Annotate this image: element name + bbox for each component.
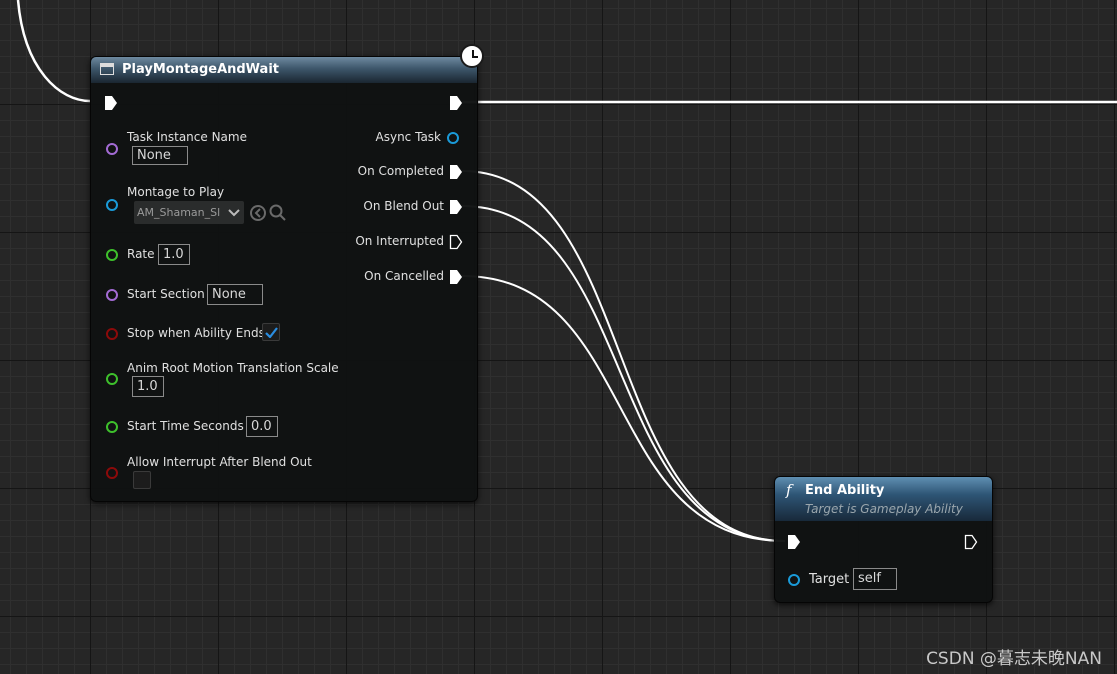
anim-root-motion-scale-field[interactable]: 1.0 — [132, 376, 164, 397]
start-time-seconds-label: Start Time Seconds — [127, 419, 244, 433]
on-cancelled-pin[interactable] — [449, 269, 463, 285]
task-instance-name-label: Task Instance Name — [127, 130, 247, 144]
exec-in-pin[interactable] — [104, 95, 118, 111]
start-time-seconds-pin[interactable] — [106, 421, 118, 433]
async-task-label: Async Task — [375, 130, 441, 144]
latent-clock-icon — [460, 44, 484, 68]
on-blend-out-label: On Blend Out — [363, 199, 444, 213]
target-field[interactable]: self — [853, 568, 897, 590]
task-instance-name-pin[interactable] — [106, 143, 118, 155]
use-selected-asset-icon[interactable] — [249, 204, 267, 222]
montage-to-play-pin[interactable] — [106, 199, 118, 211]
end-ability-subtitle: Target is Gameplay Ability — [805, 502, 963, 516]
on-completed-pin[interactable] — [449, 164, 463, 180]
montage-asset-value: AM_Shaman_Sl — [137, 206, 221, 219]
target-label: Target — [809, 572, 850, 587]
browse-asset-search-icon[interactable] — [269, 204, 287, 222]
on-cancelled-label: On Cancelled — [364, 269, 444, 283]
target-pin[interactable] — [788, 574, 800, 586]
anim-root-motion-scale-pin[interactable] — [106, 373, 118, 385]
task-instance-name-field[interactable]: None — [132, 146, 188, 165]
start-section-label: Start Section — [127, 287, 205, 301]
stop-when-ability-ends-label: Stop when Ability Ends — [127, 326, 265, 340]
on-completed-label: On Completed — [357, 164, 444, 178]
chevron-down-icon — [228, 209, 240, 217]
function-icon: f — [786, 481, 792, 499]
exec-out-pin[interactable] — [449, 95, 463, 111]
exec-wire-in[interactable] — [16, 0, 91, 103]
montage-asset-dropdown[interactable]: AM_Shaman_Sl — [134, 201, 244, 224]
allow-interrupt-pin[interactable] — [106, 467, 118, 479]
montage-to-play-label: Montage to Play — [127, 185, 225, 199]
end-ability-header[interactable]: f End Ability Target is Gameplay Ability — [775, 477, 992, 521]
watermark: CSDN @暮志未晚NAN — [926, 649, 1102, 669]
on-interrupted-label: On Interrupted — [355, 234, 444, 248]
play-montage-and-wait-node[interactable]: PlayMontageAndWait Task Instance Name No… — [90, 44, 484, 502]
end-ability-title: End Ability — [805, 483, 885, 498]
node-header[interactable]: PlayMontageAndWait — [91, 57, 477, 83]
start-section-pin[interactable] — [106, 289, 118, 301]
rate-field[interactable]: 1.0 — [158, 244, 190, 265]
on-blend-out-pin[interactable] — [449, 199, 463, 215]
on-interrupted-pin[interactable] — [449, 234, 463, 250]
rate-pin[interactable] — [106, 249, 118, 261]
allow-interrupt-checkbox[interactable] — [133, 471, 151, 489]
allow-interrupt-label: Allow Interrupt After Blend Out — [127, 455, 312, 469]
wire-on-blend-out[interactable] — [461, 205, 786, 542]
wire-on-cancelled[interactable] — [461, 275, 786, 542]
checkmark-icon — [265, 327, 278, 338]
start-section-field[interactable]: None — [207, 284, 263, 305]
node-title: PlayMontageAndWait — [122, 62, 280, 77]
end-ability-exec-in-pin[interactable] — [787, 534, 801, 550]
anim-root-motion-scale-label: Anim Root Motion Translation Scale — [127, 361, 339, 375]
start-time-seconds-field[interactable]: 0.0 — [246, 416, 278, 437]
async-task-pin[interactable] — [447, 132, 459, 144]
rate-label: Rate — [127, 247, 155, 261]
end-ability-exec-out-pin[interactable] — [964, 534, 978, 550]
wire-on-completed[interactable] — [461, 170, 786, 542]
stop-when-ability-ends-checkbox[interactable] — [262, 323, 280, 341]
stop-when-ability-ends-pin[interactable] — [106, 328, 118, 340]
end-ability-node[interactable]: f End Ability Target is Gameplay Ability… — [774, 476, 993, 603]
node-icon — [100, 63, 114, 75]
